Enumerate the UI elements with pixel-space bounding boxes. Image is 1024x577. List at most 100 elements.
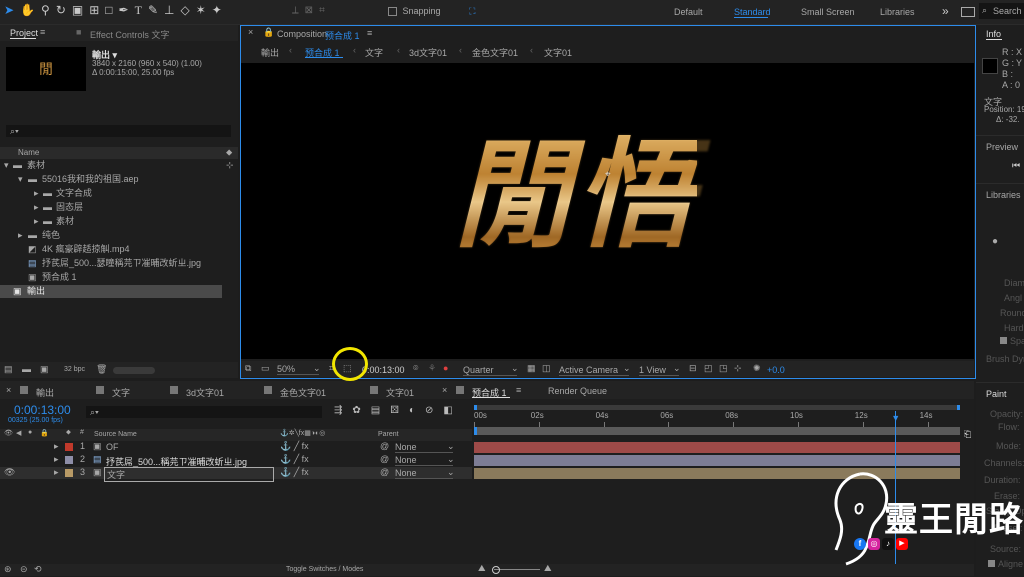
workspace-menu-icon[interactable] (961, 7, 975, 17)
zoom-slider-thumb[interactable] (492, 566, 500, 574)
monitor-icon[interactable]: ▭ (261, 363, 270, 374)
timeline-tab[interactable]: 輸出 (36, 386, 54, 399)
layer-row-selected[interactable]: 👁 ▸ 3 ▣ 文字 ⚓ ╱ fx @ None ⌄ (0, 467, 472, 482)
resolution-dropdown[interactable]: Quarter (463, 365, 517, 376)
source-name-column[interactable]: Source Name (94, 431, 137, 438)
layer-label-color[interactable] (65, 456, 73, 464)
libraries-panel-title[interactable]: Libraries (986, 190, 1021, 200)
new-composition-icon[interactable]: ▣ (40, 364, 49, 375)
flowchart-icon[interactable]: ⊹ (734, 363, 742, 374)
layer-switches[interactable]: ⚓ ╱ fx (280, 441, 309, 452)
exposure-value[interactable]: +0.0 (767, 365, 785, 375)
tree-item[interactable]: ◩ 4K 瘋豪辟趏掠觓.mp4 (0, 243, 238, 256)
render-icon[interactable]: ◳ (719, 363, 728, 374)
timeline-tab[interactable]: Render Queue (548, 386, 607, 396)
pick-whip-icon[interactable]: @ (380, 467, 389, 477)
parent-column[interactable]: Parent (378, 431, 399, 438)
eraser-tool-icon[interactable]: ◇ (180, 3, 189, 21)
tree-item[interactable]: ▸ ▬ 素材 (0, 215, 238, 228)
snapping-toggle[interactable]: Snapping ⛶ (388, 6, 475, 17)
label-tag-icon[interactable]: ⬥ (226, 147, 232, 158)
label-column-icon[interactable]: ⬥ (66, 429, 71, 437)
shy-layers-icon[interactable]: ▤ (371, 405, 380, 416)
workspace-standard[interactable]: Standard (734, 7, 771, 17)
hand-tool-icon[interactable]: ✋ (20, 3, 35, 21)
time-navigator[interactable] (474, 405, 960, 410)
tree-item[interactable]: ▸ ▬ 纯色 (0, 229, 238, 242)
close-icon[interactable]: × (248, 27, 253, 37)
type-tool-icon[interactable]: T (135, 3, 142, 21)
info-panel-title[interactable]: Info (986, 29, 1001, 39)
disclosure-closed-icon[interactable]: ▸ (34, 201, 39, 214)
disclosure-closed-icon[interactable]: ▸ (54, 454, 59, 465)
workspace-default[interactable]: Default (674, 7, 703, 17)
breadcrumb-item[interactable]: 文字 (365, 46, 383, 59)
instagram-icon[interactable]: ◎ (868, 538, 880, 550)
search-help-box[interactable]: ⌕ Search (979, 3, 1024, 19)
pick-whip-icon[interactable]: @ (380, 441, 389, 451)
zoom-out-icon[interactable]: ⛰ (478, 563, 486, 574)
trash-icon[interactable]: 🗑 (96, 364, 107, 375)
tiktok-icon[interactable]: ♪ (882, 538, 894, 550)
rotate-tool-icon[interactable]: ↻ (56, 3, 66, 21)
audio-column-icon[interactable]: ◀ (16, 429, 21, 437)
local-axis-icon[interactable]: ⟂ (292, 5, 299, 16)
paint-panel-title[interactable]: Paint (986, 389, 1007, 399)
color-channel-icon[interactable]: ● (443, 363, 448, 373)
lock-column-icon[interactable]: 🔒 (40, 429, 49, 437)
timeline-timecode[interactable]: 0:00:13:00 (14, 403, 71, 417)
viewer-timecode[interactable]: 0:00:13:00 (362, 365, 405, 375)
draft-3d-icon[interactable]: ✿ (352, 405, 360, 416)
tab-project[interactable]: Project (10, 28, 38, 38)
close-icon[interactable]: × (442, 385, 447, 395)
tree-item[interactable]: ▾ ▬ 55016我和我的祖国.aep (0, 173, 238, 186)
render-settings-icon[interactable]: ◧ (443, 405, 452, 416)
layer-label-color[interactable] (65, 443, 73, 451)
project-search-field[interactable]: ⌕▾ (6, 125, 231, 137)
composition-menu-icon[interactable]: ≡ (367, 28, 372, 38)
pick-whip-icon[interactable]: @ (380, 454, 389, 464)
pan-behind-tool-icon[interactable]: ⊞ (89, 3, 99, 21)
tab-effect-controls[interactable]: Effect Controls 文字 (90, 28, 169, 41)
world-axis-icon[interactable]: ⊠ (305, 5, 313, 16)
disclosure-closed-icon[interactable]: ▸ (34, 215, 39, 228)
transparency-grid-icon[interactable]: ▦ (527, 363, 536, 374)
tree-item[interactable]: ▸ ▬ 文字合成 (0, 187, 238, 200)
pixel-aspect-icon[interactable]: ◫ (542, 363, 551, 374)
comp-mini-flowchart-icon[interactable]: ⇶ (334, 405, 342, 416)
anchor-point-icon[interactable]: ⌖ (605, 169, 611, 180)
layer-switches[interactable]: ⚓ ╱ fx (280, 467, 309, 478)
project-scrollbar[interactable] (113, 367, 155, 374)
new-folder-icon[interactable]: ▬ (22, 364, 31, 374)
roto-brush-tool-icon[interactable]: ✶ (196, 3, 206, 21)
solo-column-icon[interactable]: ● (28, 429, 32, 436)
snap-options-icon[interactable]: ⛶ (469, 6, 475, 16)
brush-tool-icon[interactable]: ✎ (148, 3, 158, 21)
breadcrumb-item[interactable]: 金色文字01 (472, 46, 518, 59)
youtube-icon[interactable]: ▶ (896, 538, 908, 550)
layer-row[interactable]: ▸ 1 ▣ OF ⚓ ╱ fx @ None ⌄ (0, 441, 472, 453)
tree-item[interactable]: ▤ 抒芪屌_500...瑟瞳稱芫ㄗ凗晡改蚚ㄓ.jpg (0, 257, 238, 270)
disclosure-open-icon[interactable]: ▾ (18, 173, 23, 186)
skip-to-start-icon[interactable]: ⏮ (1012, 160, 1020, 171)
disclosure-closed-icon[interactable]: ▸ (18, 229, 23, 242)
comp-button-icon[interactable]: ⎗ (964, 429, 971, 440)
puppet-tool-icon[interactable]: ✦ (212, 3, 222, 21)
zoom-tool-icon[interactable]: ⚲ (41, 3, 50, 21)
close-icon[interactable]: × (6, 385, 11, 395)
eye-icon[interactable]: 👁 (4, 467, 15, 478)
layer-switches-toggle-icon[interactable]: ⊛ (4, 564, 12, 575)
in-out-icon[interactable]: ⟲ (34, 564, 42, 575)
disclosure-closed-icon[interactable]: ▸ (34, 187, 39, 200)
motion-blur-icon[interactable]: ◐ (409, 405, 415, 416)
disclosure-closed-icon[interactable]: ▸ (54, 441, 59, 452)
tree-item-selected[interactable]: ▣ 輸出 (0, 285, 222, 298)
disclosure-closed-icon[interactable]: ▸ (54, 467, 59, 478)
search-help-input[interactable]: Search (993, 6, 1022, 16)
disclosure-open-icon[interactable]: ▾ (4, 159, 9, 172)
camera-dropdown[interactable]: Active Camera (559, 365, 629, 376)
tree-item[interactable]: ▾ ▬ 素材 ⊹ (0, 159, 238, 172)
lock-icon[interactable]: ■ (76, 27, 81, 37)
frame-blending-icon[interactable]: ⚄ (390, 405, 399, 416)
tree-item[interactable]: ▣ 预合成 1 (0, 271, 238, 284)
